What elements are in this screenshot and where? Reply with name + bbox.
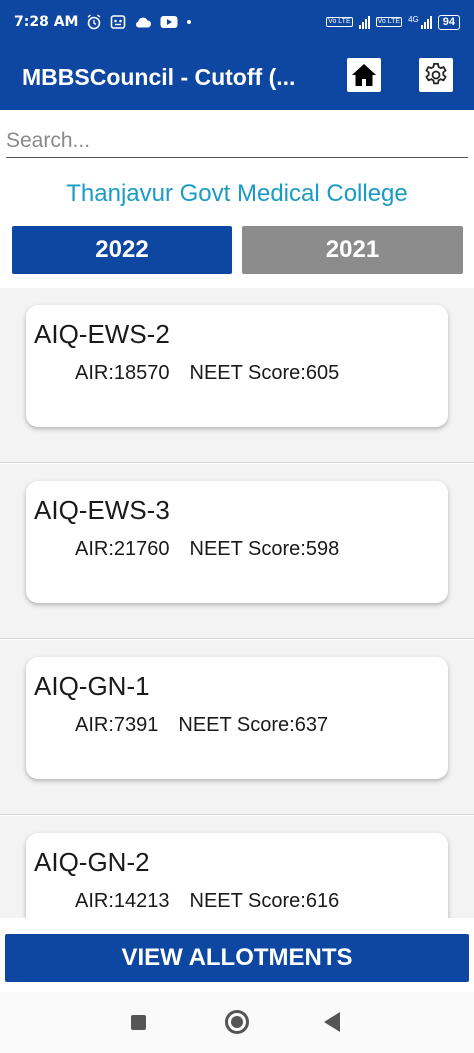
card-category: AIQ-GN-1 xyxy=(34,671,150,701)
gear-icon xyxy=(425,63,447,85)
card-neet-score: NEET Score:616 xyxy=(189,890,340,912)
card-neet-score: NEET Score:598 xyxy=(189,538,340,560)
card-neet-score: NEET Score:605 xyxy=(189,362,340,384)
app-title: MBBSCouncil - Cutoff (... xyxy=(22,63,296,90)
app-bar: MBBSCouncil - Cutoff (... xyxy=(0,44,474,110)
status-time: 7:28 AM xyxy=(14,14,79,30)
cutoff-card[interactable]: AIQ-EWS-2 AIR:18570 NEET Score:605 xyxy=(26,305,448,427)
system-nav-bar xyxy=(0,992,474,1053)
search-input[interactable] xyxy=(6,124,468,158)
card-scores: AIR:18570 NEET Score:605 xyxy=(75,362,339,385)
settings-button[interactable] xyxy=(419,58,453,92)
card-category: AIQ-GN-2 xyxy=(34,847,150,877)
volte-badge-2: Vo LTE xyxy=(375,17,403,27)
status-bar: 7:28 AM Vo LTE Vo LTE 4G 94 xyxy=(0,0,474,44)
card-air: AIR:18570 xyxy=(75,362,170,384)
list-item: AIQ-EWS-2 AIR:18570 NEET Score:605 xyxy=(0,288,474,463)
cloud-icon xyxy=(136,17,152,28)
card-air: AIR:7391 xyxy=(75,714,159,736)
nav-home-icon[interactable] xyxy=(225,1010,249,1034)
cutoff-list[interactable]: AIQ-EWS-2 AIR:18570 NEET Score:605 AIQ-EW… xyxy=(0,288,474,918)
card-neet-score: NEET Score:637 xyxy=(178,714,329,736)
card-category: AIQ-EWS-2 xyxy=(34,319,170,349)
back-icon[interactable] xyxy=(324,1012,340,1032)
status-notification-icons xyxy=(86,14,192,30)
card-air: AIR:21760 xyxy=(75,538,170,560)
card-scores: AIR:21760 NEET Score:598 xyxy=(75,538,339,561)
home-button[interactable] xyxy=(347,58,381,92)
cutoff-card[interactable]: AIQ-GN-1 AIR:7391 NEET Score:637 xyxy=(26,657,448,779)
cutoff-card[interactable]: AIQ-EWS-3 AIR:21760 NEET Score:598 xyxy=(26,481,448,603)
alarm-icon xyxy=(88,14,101,30)
card-air: AIR:14213 xyxy=(75,890,170,912)
college-name: Thanjavur Govt Medical College xyxy=(66,180,408,207)
list-item: AIQ-EWS-3 AIR:21760 NEET Score:598 xyxy=(0,464,474,639)
recents-icon[interactable] xyxy=(131,1015,146,1030)
view-allotments-button[interactable]: VIEW ALLOTMENTS xyxy=(5,934,469,982)
signal-icon-1 xyxy=(358,15,370,29)
list-item: AIQ-GN-1 AIR:7391 NEET Score:637 xyxy=(0,640,474,815)
more-notifications-dot-icon xyxy=(187,20,192,24)
home-icon xyxy=(352,64,376,86)
battery-icon: 94 xyxy=(437,14,460,30)
card-scores: AIR:7391 NEET Score:637 xyxy=(75,714,328,737)
year-tab-2021[interactable]: 2021 xyxy=(242,226,463,274)
status-system-icons: Vo LTE Vo LTE 4G 94 xyxy=(326,14,460,30)
signal-icon-2 xyxy=(420,15,432,29)
volte-badge-1: Vo LTE xyxy=(326,17,353,27)
year-tab-2022[interactable]: 2022 xyxy=(12,226,232,274)
card-scores: AIR:14213 NEET Score:616 xyxy=(75,890,339,913)
youtube-icon xyxy=(160,16,178,28)
app-notification-icon xyxy=(111,15,126,29)
card-category: AIQ-EWS-3 xyxy=(34,495,170,525)
list-item: AIQ-GN-2 AIR:14213 NEET Score:616 xyxy=(0,816,474,918)
cutoff-card[interactable]: AIQ-GN-2 AIR:14213 NEET Score:616 xyxy=(26,833,448,918)
network-type-label: 4G xyxy=(408,14,419,24)
